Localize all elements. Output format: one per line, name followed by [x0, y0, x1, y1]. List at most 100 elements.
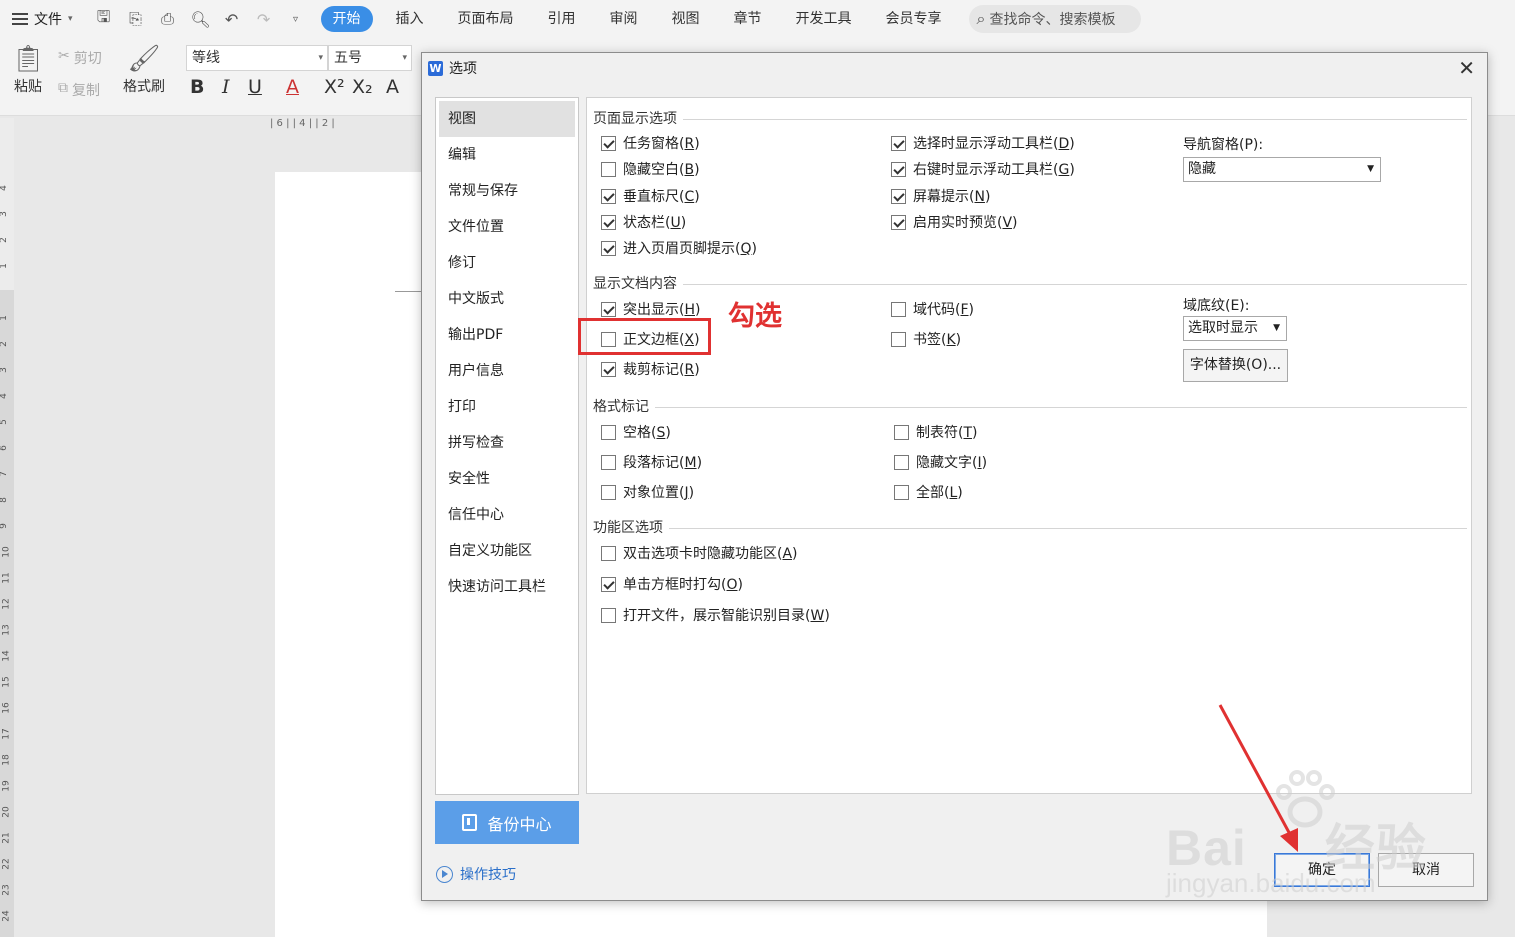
nav-item-general-save[interactable]: 常规与保存 — [436, 173, 578, 209]
nav-item-customize-ribbon[interactable]: 自定义功能区 — [436, 533, 578, 569]
checkbox-checked[interactable] — [891, 161, 906, 177]
checkbox-unchecked[interactable] — [891, 301, 906, 317]
tab-member[interactable]: 会员专享 — [869, 6, 959, 32]
file-menu-button[interactable]: 文件 ▾ — [0, 0, 83, 38]
option-checkbox-row[interactable]: 隐藏文字(I) — [894, 452, 987, 472]
underline-icon[interactable]: U — [248, 76, 262, 98]
option-checkbox-row[interactable]: 域代码(F) — [891, 299, 974, 319]
checkbox-checked[interactable] — [891, 135, 906, 151]
checkbox-unchecked[interactable] — [894, 454, 909, 470]
option-checkbox-row[interactable]: 状态栏(U) — [601, 212, 686, 232]
checkbox-unchecked[interactable] — [894, 424, 909, 440]
option-checkbox-row[interactable]: 裁剪标记(R) — [601, 359, 700, 379]
checkbox-unchecked[interactable] — [601, 484, 616, 500]
print-icon[interactable]: ⎙ — [159, 9, 177, 29]
superscript-icon[interactable]: X² — [324, 76, 345, 98]
option-checkbox-row[interactable]: 段落标记(M) — [601, 452, 702, 472]
nav-item-view[interactable]: 视图 — [439, 101, 575, 137]
checkbox-unchecked[interactable] — [601, 607, 616, 623]
nav-item-output-pdf[interactable]: 输出PDF — [436, 317, 578, 353]
option-checkbox-row[interactable]: 对象位置(J) — [601, 482, 694, 502]
nav-item-print[interactable]: 打印 — [436, 389, 578, 425]
checkbox-checked[interactable] — [601, 135, 616, 151]
checkbox-unchecked[interactable] — [601, 424, 616, 440]
option-checkbox-row[interactable]: 突出显示(H) — [601, 299, 700, 319]
command-search-input[interactable]: ⌕ 查找命令、搜索模板 — [968, 5, 1141, 33]
option-label-paren: ) — [824, 608, 830, 624]
undo-icon[interactable]: ↶ — [223, 10, 241, 29]
option-checkbox-row[interactable]: 进入页眉页脚提示(Q) — [601, 238, 757, 258]
nav-item-chinese-layout[interactable]: 中文版式 — [436, 281, 578, 317]
cut-button[interactable]: ✂ 剪切 — [58, 48, 102, 68]
checkbox-checked[interactable] — [601, 361, 616, 377]
nav-item-edit[interactable]: 编辑 — [436, 137, 578, 173]
option-checkbox-row[interactable]: 打开文件，展示智能识别目录(W) — [601, 605, 830, 625]
font-substitution-button[interactable]: 字体替换(O)... — [1183, 349, 1288, 382]
option-checkbox-row[interactable]: 制表符(T) — [894, 422, 978, 442]
checkbox-unchecked[interactable] — [601, 161, 616, 177]
nav-item-quick-access[interactable]: 快速访问工具栏 — [436, 569, 578, 605]
print-preview-icon[interactable]: 🔍︎ — [191, 10, 211, 29]
backup-center-label: 备份中心 — [487, 814, 552, 834]
field-shading-select[interactable]: 选取时显示 ▼ — [1183, 316, 1287, 341]
nav-item-security[interactable]: 安全性 — [436, 461, 578, 497]
customize-icon[interactable]: ▿ — [287, 14, 305, 25]
option-checkbox-row[interactable]: 屏幕提示(N) — [891, 186, 990, 206]
tips-link[interactable]: 操作技巧 — [436, 864, 516, 884]
option-checkbox-row[interactable]: 全部(L) — [894, 482, 963, 502]
save-icon[interactable]: 🖫 — [95, 6, 113, 33]
option-checkbox-row[interactable]: 空格(S) — [601, 422, 671, 442]
strikethrough-icon[interactable]: A — [286, 76, 299, 98]
format-painter-button[interactable]: 🖌︎ 格式刷 — [120, 42, 168, 96]
paste-button[interactable]: 📋︎ 粘贴 — [8, 42, 48, 96]
nav-item-spell-check[interactable]: 拼写检查 — [436, 425, 578, 461]
nav-item-file-location[interactable]: 文件位置 — [436, 209, 578, 245]
option-checkbox-row[interactable]: 双击选项卡时隐藏功能区(A) — [601, 543, 798, 563]
nav-item-trust-center[interactable]: 信任中心 — [436, 497, 578, 533]
font-name-select[interactable]: 等线 ▾ — [186, 45, 328, 71]
checkbox-checked[interactable] — [601, 301, 616, 317]
checkbox-checked[interactable] — [601, 188, 616, 204]
tab-developer[interactable]: 开发工具 — [779, 6, 869, 32]
ruler-number: 20 — [1, 806, 12, 818]
backup-center-button[interactable]: 备份中心 — [435, 801, 579, 844]
checkbox-unchecked[interactable] — [601, 454, 616, 470]
option-checkbox-row[interactable]: 书签(K) — [891, 329, 961, 349]
option-checkbox-row[interactable]: 选择时显示浮动工具栏(D) — [891, 133, 1075, 153]
option-checkbox-row[interactable]: 垂直标尺(C) — [601, 186, 700, 206]
tab-references[interactable]: 引用 — [531, 6, 593, 32]
option-checkbox-row[interactable]: 启用实时预览(V) — [891, 212, 1018, 232]
bold-icon[interactable]: B — [190, 76, 204, 98]
tab-view[interactable]: 视图 — [655, 6, 717, 32]
option-checkbox-row[interactable]: 任务窗格(R) — [601, 133, 700, 153]
checkbox-checked[interactable] — [601, 214, 616, 230]
checkbox-checked[interactable] — [891, 214, 906, 230]
tab-page-layout[interactable]: 页面布局 — [441, 6, 531, 32]
tab-home[interactable]: 开始 — [320, 6, 373, 32]
checkbox-unchecked[interactable] — [601, 545, 616, 561]
checkbox-checked[interactable] — [601, 576, 616, 592]
text-effect-icon[interactable]: A — [386, 76, 399, 98]
option-checkbox-row[interactable]: 单击方框时打勾(O) — [601, 574, 743, 594]
tab-review[interactable]: 审阅 — [593, 6, 655, 32]
option-checkbox-row[interactable]: 隐藏空白(B) — [601, 159, 700, 179]
tab-section[interactable]: 章节 — [717, 6, 779, 32]
font-size-select[interactable]: 五号 ▾ — [328, 45, 412, 71]
nav-item-revision[interactable]: 修订 — [436, 245, 578, 281]
checkbox-checked[interactable] — [891, 188, 906, 204]
checkbox-unchecked[interactable] — [894, 484, 909, 500]
checkbox-unchecked[interactable] — [891, 331, 906, 347]
copy-button[interactable]: ⧉ 复制 — [58, 80, 100, 100]
redo-icon[interactable]: ↷ — [255, 10, 273, 29]
tab-insert[interactable]: 插入 — [379, 6, 441, 32]
nav-item-user-info[interactable]: 用户信息 — [436, 353, 578, 389]
checkbox-checked[interactable] — [601, 240, 616, 256]
dialog-titlebar[interactable]: W 选项 — [422, 53, 1487, 83]
close-icon[interactable]: ✕ — [1458, 55, 1475, 81]
option-checkbox-row[interactable]: 右键时显示浮动工具栏(G) — [891, 159, 1075, 179]
option-accelerator-key: F — [960, 302, 969, 318]
nav-pane-select[interactable]: 隐藏 ▼ — [1183, 157, 1381, 182]
italic-icon[interactable]: I — [222, 76, 230, 98]
export-icon[interactable]: ⎘ — [127, 9, 145, 29]
subscript-icon[interactable]: X₂ — [352, 76, 373, 98]
